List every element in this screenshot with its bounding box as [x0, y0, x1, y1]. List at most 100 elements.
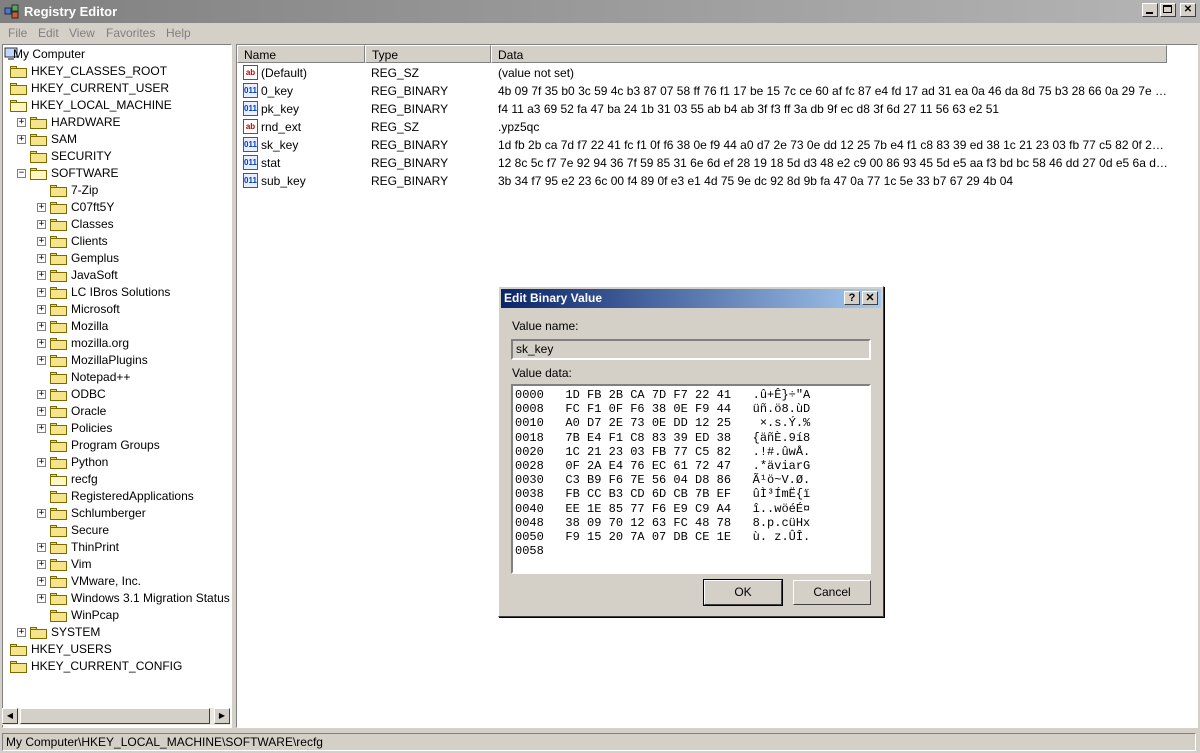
tree-node[interactable]: + Policies	[3, 420, 231, 437]
column-header-data[interactable]: Data	[491, 45, 1167, 63]
tree-node[interactable]: + Oracle	[3, 403, 231, 420]
tree-node-label: HKEY_LOCAL_MACHINE	[31, 98, 172, 112]
folder-icon	[50, 236, 67, 248]
hex-line: 0038 FB CC B3 CD 6D CB 7B EF ûÌ³ÍmË{ï	[515, 487, 811, 502]
tree-node[interactable]: + SYSTEM	[3, 624, 231, 641]
tree-node[interactable]: + Schlumberger	[3, 505, 231, 522]
value-row[interactable]: 011 stat REG_BINARY 12 8c 5c f7 7e 92 94 36…	[237, 154, 1197, 172]
scroll-right-button[interactable]: ▶	[214, 708, 230, 724]
column-header-name[interactable]: Name	[237, 45, 365, 63]
value-row[interactable]: 011 pk_key REG_BINARY f4 11 a3 69 52 fa 47 …	[237, 100, 1197, 118]
tree-node[interactable]: Secure	[3, 522, 231, 539]
tree-node[interactable]: + LC IBros Solutions	[3, 284, 231, 301]
expand-icon[interactable]: +	[17, 135, 26, 144]
tree-node[interactable]: + Gemplus	[3, 250, 231, 267]
tree-node[interactable]: + ThinPrint	[3, 539, 231, 556]
tree-horizontal-scrollbar[interactable]: ◀ ▶	[2, 708, 230, 725]
scroll-thumb[interactable]	[20, 708, 210, 724]
ok-button[interactable]: OK	[703, 579, 783, 606]
folder-icon	[50, 202, 67, 214]
tree-node[interactable]: HKEY_USERS	[3, 641, 231, 658]
value-row[interactable]: 011 sk_key REG_BINARY 1d fb 2b ca 7d f7 22 …	[237, 136, 1197, 154]
expand-icon[interactable]: +	[37, 220, 46, 229]
tree-node[interactable]: recfg	[3, 471, 231, 488]
maximize-button[interactable]	[1160, 3, 1176, 17]
folder-icon	[10, 83, 27, 95]
menu-help[interactable]: Help	[166, 26, 191, 40]
expand-icon[interactable]: +	[37, 594, 46, 603]
value-data-hex-editor[interactable]: 0000 1D FB 2B CA 7D F7 22 41 .û+Ê}÷"A 000…	[511, 384, 871, 574]
tree-node[interactable]: − SOFTWARE	[3, 165, 231, 182]
menu-view[interactable]: View	[69, 26, 95, 40]
expand-icon[interactable]: +	[37, 271, 46, 280]
tree-node[interactable]: + Python	[3, 454, 231, 471]
tree-node[interactable]: + Windows 3.1 Migration Status	[3, 590, 231, 607]
key-tree[interactable]: My Computer HKEY_CLASSES_ROOT HKEY_CURRENT…	[2, 44, 232, 728]
tree-node[interactable]: HKEY_CLASSES_ROOT	[3, 63, 231, 80]
expand-icon[interactable]: +	[17, 118, 26, 127]
expand-icon[interactable]: +	[37, 356, 46, 365]
expand-icon[interactable]: +	[37, 424, 46, 433]
column-header-type[interactable]: Type	[365, 45, 491, 63]
tree-node-label: SECURITY	[51, 149, 112, 163]
scroll-left-button[interactable]: ◀	[2, 708, 18, 724]
tree-node[interactable]: + SAM	[3, 131, 231, 148]
minimize-button[interactable]	[1142, 3, 1158, 17]
tree-node[interactable]: + Classes	[3, 216, 231, 233]
value-row[interactable]: 011 sub_key REG_BINARY 3b 34 f7 95 e2 23 6c…	[237, 172, 1197, 190]
collapse-icon[interactable]: −	[17, 169, 26, 178]
tree-node[interactable]: + ODBC	[3, 386, 231, 403]
tree-node[interactable]: + Vim	[3, 556, 231, 573]
folder-icon	[50, 542, 67, 554]
tree-node[interactable]: SECURITY	[3, 148, 231, 165]
expand-icon[interactable]: +	[37, 288, 46, 297]
tree-node[interactable]: HKEY_LOCAL_MACHINE	[3, 97, 231, 114]
tree-node[interactable]: + HARDWARE	[3, 114, 231, 131]
expand-icon[interactable]: +	[37, 543, 46, 552]
tree-node[interactable]: RegisteredApplications	[3, 488, 231, 505]
menu-file[interactable]: File	[8, 26, 27, 40]
tree-node[interactable]: My Computer	[3, 46, 231, 63]
expand-icon[interactable]: +	[37, 560, 46, 569]
tree-node[interactable]: HKEY_CURRENT_CONFIG	[3, 658, 231, 675]
tree-node[interactable]: HKEY_CURRENT_USER	[3, 80, 231, 97]
expand-icon[interactable]: +	[37, 458, 46, 467]
tree-node[interactable]: + VMware, Inc.	[3, 573, 231, 590]
tree-node-label: 7-Zip	[71, 183, 99, 197]
expand-icon[interactable]: +	[37, 305, 46, 314]
expand-icon[interactable]: +	[37, 237, 46, 246]
tree-node[interactable]: Program Groups	[3, 437, 231, 454]
tree-node[interactable]: + Microsoft	[3, 301, 231, 318]
menu-favorites[interactable]: Favorites	[106, 26, 155, 40]
tree-node[interactable]: + MozillaPlugins	[3, 352, 231, 369]
value-row[interactable]: ab (Default) REG_SZ (value not set)	[237, 64, 1197, 82]
tree-node[interactable]: + JavaSoft	[3, 267, 231, 284]
expand-icon[interactable]: +	[37, 339, 46, 348]
value-row[interactable]: ab rnd_ext REG_SZ .ypz5qc	[237, 118, 1197, 136]
dialog-title: Edit Binary Value	[504, 291, 603, 305]
dialog-help-button[interactable]: ?	[844, 291, 860, 305]
tree-node[interactable]: + mozilla.org	[3, 335, 231, 352]
tree-node[interactable]: 7-Zip	[3, 182, 231, 199]
tree-node[interactable]: WinPcap	[3, 607, 231, 624]
close-button[interactable]: ✕	[1180, 3, 1196, 17]
tree-node[interactable]: + Mozilla	[3, 318, 231, 335]
expand-icon[interactable]: +	[37, 203, 46, 212]
tree-node[interactable]: Notepad++	[3, 369, 231, 386]
expand-icon[interactable]: +	[17, 628, 26, 637]
expand-icon[interactable]: +	[37, 254, 46, 263]
dialog-close-button[interactable]: ✕	[862, 291, 878, 305]
value-row[interactable]: 011 0_key REG_BINARY 4b 09 7f 35 b0 3c 59 4…	[237, 82, 1197, 100]
expand-icon[interactable]: +	[37, 390, 46, 399]
tree-node[interactable]: + C07ft5Y	[3, 199, 231, 216]
expand-icon[interactable]: +	[37, 577, 46, 586]
expand-icon[interactable]: +	[37, 509, 46, 518]
cancel-button[interactable]: Cancel	[793, 580, 871, 605]
tree-node-label: VMware, Inc.	[71, 574, 142, 588]
expand-icon[interactable]: +	[37, 322, 46, 331]
menu-edit[interactable]: Edit	[38, 26, 59, 40]
tree-node[interactable]: + Clients	[3, 233, 231, 250]
folder-icon	[50, 406, 67, 418]
tree-node-label: ODBC	[71, 387, 106, 401]
expand-icon[interactable]: +	[37, 407, 46, 416]
